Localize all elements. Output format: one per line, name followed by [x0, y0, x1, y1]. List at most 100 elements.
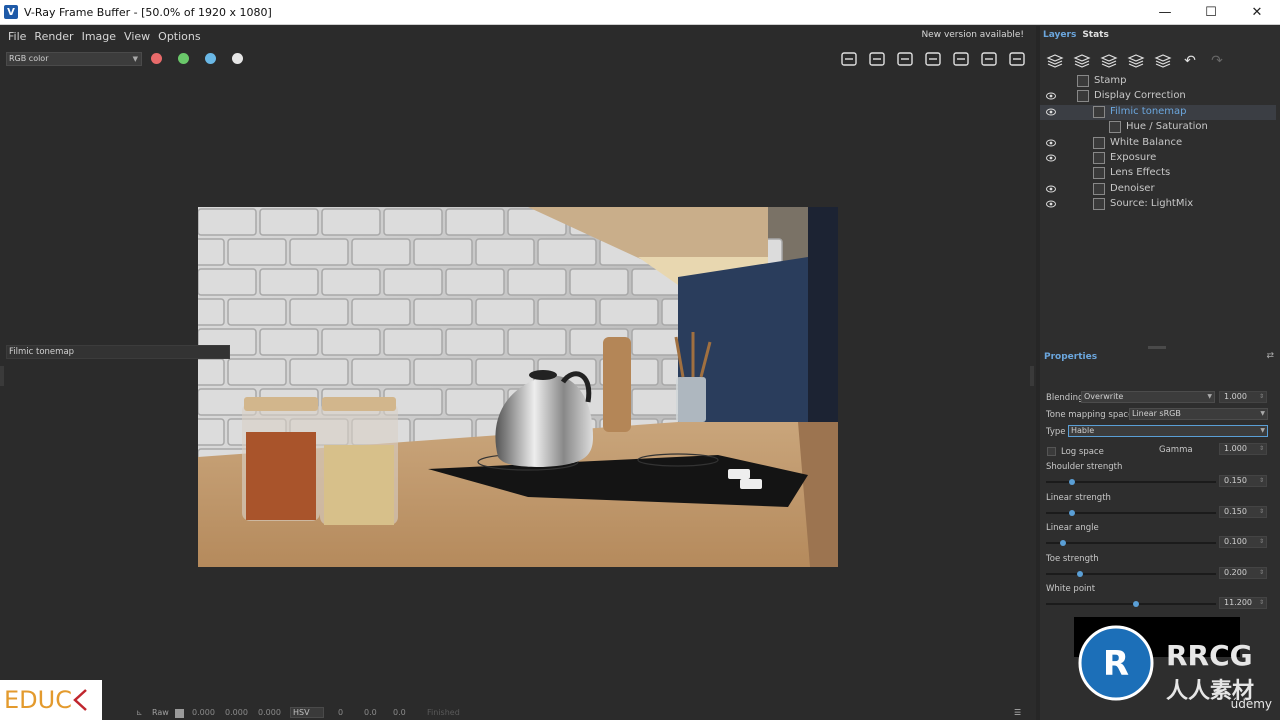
slider-handle[interactable]	[1077, 570, 1083, 577]
spinner-icon[interactable]: ⇕	[1259, 537, 1264, 547]
right-panel-toggle[interactable]	[1030, 366, 1034, 386]
panel-tabs: Layers Stats	[1040, 30, 1112, 44]
clear-image-icon[interactable]	[866, 48, 888, 70]
eye-icon[interactable]	[1046, 139, 1056, 147]
redo-icon[interactable]: ↷	[1206, 50, 1228, 72]
menu-render[interactable]: Render	[30, 30, 77, 43]
gamma-field[interactable]: 1.000 ⇕	[1219, 443, 1267, 455]
region-render-icon[interactable]	[894, 48, 916, 70]
layer-row[interactable]: White Balance	[1040, 136, 1276, 151]
add-layer-icon[interactable]	[1044, 50, 1066, 72]
save-layers-icon[interactable]	[1098, 50, 1120, 72]
tone-mapping-space-value: Linear sRGB	[1132, 409, 1181, 418]
layer-row[interactable]: Source: LightMix	[1040, 197, 1276, 212]
menu-file[interactable]: File	[4, 30, 30, 43]
channel-select[interactable]: RGB color ▼	[6, 52, 142, 66]
denoiser-icon	[1093, 182, 1105, 195]
eye-icon[interactable]	[1046, 108, 1056, 116]
spinner-icon[interactable]: ⇕	[1259, 444, 1264, 454]
layer-row[interactable]: Lens Effects	[1040, 166, 1276, 181]
window-controls: — ☐ ✕	[1142, 0, 1280, 25]
menu-image[interactable]: Image	[78, 30, 120, 43]
colorspace-select[interactable]: HSV	[290, 707, 324, 718]
eye-icon[interactable]	[1046, 185, 1056, 193]
tone-mapping-space-select[interactable]: Linear sRGB ▼	[1129, 408, 1268, 420]
undo-icon[interactable]: ↶	[1179, 50, 1201, 72]
render-icon[interactable]	[950, 48, 972, 70]
wall-tile	[413, 298, 473, 326]
slider-value-field[interactable]: 0.150 ⇕	[1219, 475, 1267, 487]
slider-value-field[interactable]: 0.150 ⇕	[1219, 505, 1267, 518]
alpha-channel-button[interactable]	[232, 53, 243, 64]
log-icon[interactable]: ☰	[1014, 708, 1021, 717]
spinner-icon[interactable]: ⇕	[1259, 476, 1264, 486]
wall-tile	[198, 418, 225, 446]
slider-label: Shoulder strength	[1046, 462, 1123, 472]
delete-layer-icon[interactable]	[1071, 50, 1093, 72]
layer-row[interactable]: Hue / Saturation	[1040, 120, 1276, 135]
menu-view[interactable]: View	[120, 30, 154, 43]
wall-tile	[475, 298, 535, 326]
slider-track[interactable]	[1046, 570, 1216, 577]
tab-stats[interactable]: Stats	[1079, 30, 1112, 44]
load-layers-icon[interactable]	[1125, 50, 1147, 72]
spinner-icon[interactable]: ⇕	[1259, 392, 1264, 402]
slider-track[interactable]	[1046, 509, 1216, 516]
blue-channel-button[interactable]	[205, 53, 216, 64]
gamma-value: 1.000	[1224, 444, 1247, 453]
save-icon[interactable]	[838, 48, 860, 70]
spinner-icon[interactable]: ⇕	[1259, 568, 1264, 578]
slider-value-field[interactable]: 0.100 ⇕	[1219, 536, 1267, 549]
viewer-toolbar: RGB color ▼	[0, 48, 1036, 68]
red-channel-button[interactable]	[151, 53, 162, 64]
compare-icon[interactable]	[922, 48, 944, 70]
status-bar: ⊾ Raw 0.000 0.000 0.000 HSV 0 0.0 0.0 Fi…	[0, 706, 1036, 720]
menu-options[interactable]: Options	[154, 30, 204, 43]
slider-track[interactable]	[1046, 479, 1216, 485]
layer-name-field[interactable]: Filmic tonemap	[6, 345, 230, 359]
layer-row[interactable]: Exposure	[1040, 151, 1276, 166]
slider-track[interactable]	[1046, 540, 1216, 547]
maximize-button[interactable]: ☐	[1188, 0, 1234, 25]
blending-select[interactable]: Overwrite ▼	[1081, 391, 1215, 403]
wall-tile	[289, 238, 349, 266]
type-select[interactable]: Hable ▼	[1068, 425, 1268, 437]
wall-tile	[259, 208, 319, 236]
update-notice-link[interactable]: New version available!	[921, 30, 1024, 40]
menu-bar: File Render Image View Options	[0, 26, 1036, 46]
slider-handle[interactable]	[1068, 479, 1075, 485]
minimize-button[interactable]: —	[1142, 0, 1188, 25]
wall-tile	[227, 358, 287, 386]
layer-name-value: Filmic tonemap	[9, 347, 75, 357]
close-button[interactable]: ✕	[1234, 0, 1280, 25]
layer-row[interactable]: Stamp	[1040, 74, 1276, 89]
wall-tile	[445, 388, 505, 416]
layer-row[interactable]: Filmic tonemap	[1040, 104, 1276, 121]
eye-icon[interactable]	[1046, 154, 1056, 162]
eye-icon[interactable]	[1046, 200, 1056, 208]
slider-track[interactable]	[1046, 601, 1216, 608]
viewer-area: File Render Image View Options New versi…	[0, 26, 1036, 720]
blending-amount-field[interactable]: 1.000 ⇕	[1219, 391, 1267, 403]
panel-resize-handle[interactable]	[1148, 346, 1166, 349]
spinner-icon[interactable]: ⇕	[1259, 598, 1264, 608]
green-channel-button[interactable]	[178, 53, 189, 64]
tab-layers[interactable]: Layers	[1040, 30, 1079, 44]
layer-row[interactable]: Display Correction	[1040, 89, 1276, 104]
properties-menu-icon[interactable]: ⇄	[1266, 351, 1274, 361]
pixel-picker-icon[interactable]: ⊾	[136, 708, 143, 717]
interactive-render-icon[interactable]	[978, 48, 1000, 70]
eye-icon[interactable]	[1046, 92, 1056, 100]
log-space-checkbox[interactable]	[1047, 447, 1056, 456]
slider-value-field[interactable]: 11.200 ⇕	[1219, 597, 1267, 610]
left-panel-toggle[interactable]	[0, 366, 4, 386]
stop-render-icon[interactable]	[1006, 48, 1028, 70]
layer-row[interactable]: Denoiser	[1040, 182, 1276, 197]
wall-tile	[289, 298, 349, 326]
slider-value-field[interactable]: 0.200 ⇕	[1219, 566, 1267, 579]
spinner-icon[interactable]: ⇕	[1259, 507, 1264, 517]
slider-handle[interactable]	[1068, 509, 1075, 516]
color-swatch	[175, 709, 184, 718]
layers-list-icon[interactable]	[1152, 50, 1174, 72]
slider-value: 0.150	[1224, 506, 1247, 516]
